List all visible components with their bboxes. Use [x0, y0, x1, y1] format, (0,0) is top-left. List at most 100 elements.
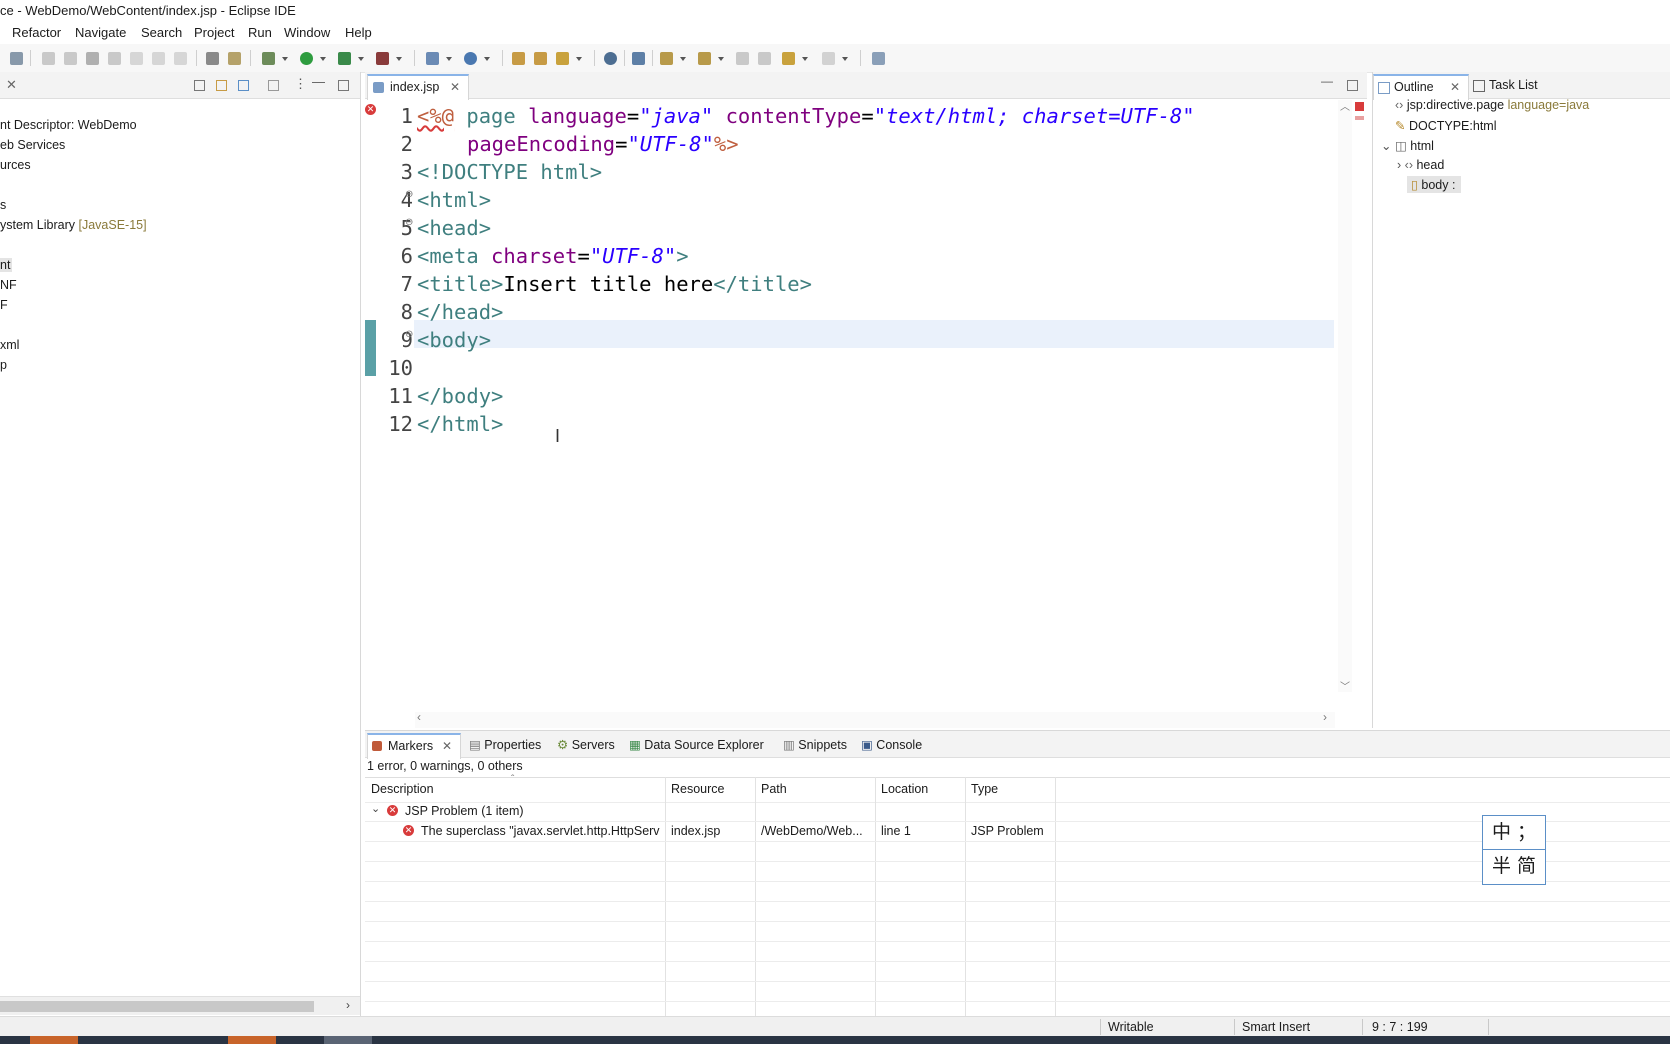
- code-line-3[interactable]: <!DOCTYPE html>: [417, 158, 602, 186]
- outline-item[interactable]: › ‹› head: [1397, 158, 1444, 172]
- last-edit-location-icon[interactable]: [736, 52, 749, 65]
- tree-item-selected[interactable]: nt: [0, 258, 13, 272]
- close-icon[interactable]: ✕: [6, 77, 17, 93]
- tab-snippets[interactable]: ▥ Snippets: [783, 737, 847, 752]
- suspend-icon[interactable]: [64, 52, 77, 65]
- tab-console[interactable]: ▣ Console: [861, 737, 922, 752]
- focus-icon[interactable]: [268, 80, 279, 91]
- next-annotation-icon[interactable]: [660, 52, 673, 65]
- menu-refactor[interactable]: Refactor: [12, 25, 61, 40]
- code-line-8[interactable]: </head>: [417, 298, 503, 326]
- code-line-1[interactable]: <%@ page language="java" contentType="te…: [417, 102, 1195, 130]
- tree-item[interactable]: eb Services: [0, 138, 65, 152]
- back-icon[interactable]: [782, 52, 795, 65]
- run-icon[interactable]: [300, 52, 313, 65]
- next-annotation-dropdown-icon[interactable]: [680, 57, 686, 61]
- column-header-path[interactable]: Path: [761, 782, 787, 796]
- tree-item[interactable]: NF: [0, 278, 17, 292]
- tab-task-list[interactable]: Task List: [1469, 74, 1559, 98]
- new-class-icon[interactable]: [464, 52, 477, 65]
- chevron-up-icon[interactable]: ︿: [1340, 98, 1350, 113]
- view-menu-icon[interactable]: ⋮: [294, 76, 307, 92]
- error-overview-ruler-mark[interactable]: [1355, 116, 1364, 120]
- forward-edit-icon[interactable]: [758, 52, 771, 65]
- close-tab-icon[interactable]: ✕: [1450, 80, 1460, 94]
- tab-markers[interactable]: Markers ✕: [367, 733, 461, 759]
- close-tab-icon[interactable]: ✕: [450, 80, 460, 94]
- fold-toggle-icon[interactable]: ⊖: [405, 329, 413, 340]
- external-tools-dropdown-icon[interactable]: [396, 57, 402, 61]
- back-dropdown-icon[interactable]: [802, 57, 808, 61]
- taskbar-app-icon[interactable]: [324, 1036, 372, 1044]
- outline-item[interactable]: ‹› jsp:directive.page language=java: [1395, 98, 1589, 112]
- outline-item-selected[interactable]: ▯ body :: [1407, 176, 1462, 193]
- scrollbar-thumb[interactable]: [0, 1001, 314, 1012]
- tree-item[interactable]: F: [0, 298, 8, 312]
- code-line-12[interactable]: </html>: [417, 410, 503, 438]
- toggle-word-wrap-icon[interactable]: [206, 52, 219, 65]
- filter-icon[interactable]: [238, 80, 249, 91]
- editor-horizontal-scrollbar[interactable]: ‹ ›: [415, 710, 1335, 728]
- disconnect-icon[interactable]: [108, 52, 121, 65]
- tab-properties[interactable]: ▤ Properties: [469, 737, 541, 752]
- collapse-all-icon[interactable]: [194, 80, 205, 91]
- outline-item[interactable]: ⌄ ◫ html: [1381, 138, 1434, 153]
- close-tab-icon[interactable]: ✕: [442, 739, 452, 753]
- tree-item[interactable]: p: [0, 358, 7, 372]
- coverage-icon[interactable]: [338, 52, 351, 65]
- table-row-group[interactable]: ⌄ ✕ JSP Problem (1 item): [365, 801, 1670, 822]
- resume-icon[interactable]: [42, 52, 55, 65]
- chevron-down-icon[interactable]: ﹀: [1340, 678, 1350, 693]
- status-insert-mode[interactable]: Smart Insert: [1242, 1020, 1310, 1034]
- pin-editor-icon[interactable]: [872, 52, 885, 65]
- status-cursor-position[interactable]: 9 : 7 : 199: [1372, 1020, 1428, 1034]
- tree-item[interactable]: s: [0, 198, 6, 212]
- tree-item[interactable]: ystem Library [JavaSE-15]: [0, 218, 147, 232]
- fold-toggle-icon[interactable]: ⊖: [405, 217, 413, 228]
- tree-item[interactable]: urces: [0, 158, 31, 172]
- chevron-down-icon[interactable]: ⌄: [1381, 139, 1391, 153]
- minimize-icon[interactable]: —: [312, 74, 325, 89]
- tab-data-source-explorer[interactable]: ▦ Data Source Explorer: [629, 737, 764, 752]
- search-dropdown-icon[interactable]: [576, 57, 582, 61]
- previous-annotation-icon[interactable]: [698, 52, 711, 65]
- table-row[interactable]: ✕ The superclass "javax.servlet.http.Htt…: [365, 821, 1670, 842]
- step-return-icon[interactable]: [174, 52, 187, 65]
- ime-status-box[interactable]: 中 ； 半 简: [1482, 815, 1546, 885]
- debug-icon[interactable]: [262, 52, 275, 65]
- step-over-icon[interactable]: [152, 52, 165, 65]
- forward-dropdown-icon[interactable]: [842, 57, 848, 61]
- ime-width-row[interactable]: 半 简: [1483, 850, 1545, 883]
- menu-run[interactable]: Run: [248, 25, 272, 40]
- tab-servers[interactable]: ⚙ Servers: [557, 737, 615, 752]
- code-line-11[interactable]: </body>: [417, 382, 503, 410]
- code-line-6[interactable]: <meta charset="UTF-8">: [417, 242, 689, 270]
- editor-vertical-scrollbar[interactable]: ︿ ﹀: [1338, 98, 1352, 693]
- menu-navigate[interactable]: Navigate: [75, 25, 126, 40]
- menu-project[interactable]: Project: [194, 25, 234, 40]
- tab-outline[interactable]: Outline ✕: [1373, 74, 1469, 100]
- code-line-4[interactable]: <html>: [417, 186, 491, 214]
- explorer-horizontal-scrollbar[interactable]: ›: [0, 996, 360, 1015]
- chevron-right-icon[interactable]: ›: [1397, 158, 1401, 172]
- taskbar-app-icon[interactable]: [228, 1036, 276, 1044]
- new-server-dropdown-icon[interactable]: [446, 57, 452, 61]
- code-line-2[interactable]: pageEncoding="UTF-8"%>: [467, 130, 739, 158]
- column-header-resource[interactable]: Resource: [671, 782, 725, 796]
- open-type-icon[interactable]: [512, 52, 525, 65]
- chevron-left-icon[interactable]: ‹: [417, 710, 421, 724]
- skip-breakpoints-icon[interactable]: [10, 52, 23, 65]
- mark-occurrences-icon[interactable]: [632, 52, 645, 65]
- column-header-description[interactable]: Description: [371, 782, 434, 796]
- tree-item[interactable]: xml: [0, 338, 19, 352]
- new-class-dropdown-icon[interactable]: [484, 57, 490, 61]
- search-icon[interactable]: [556, 52, 569, 65]
- tree-item[interactable]: nt Descriptor: WebDemo: [0, 118, 137, 132]
- coverage-dropdown-icon[interactable]: [358, 57, 364, 61]
- external-tools-icon[interactable]: [376, 52, 389, 65]
- menu-window[interactable]: Window: [284, 25, 330, 40]
- run-dropdown-icon[interactable]: [320, 57, 326, 61]
- debug-dropdown-icon[interactable]: [282, 57, 288, 61]
- step-into-icon[interactable]: [130, 52, 143, 65]
- minimize-icon[interactable]: —: [1321, 74, 1333, 88]
